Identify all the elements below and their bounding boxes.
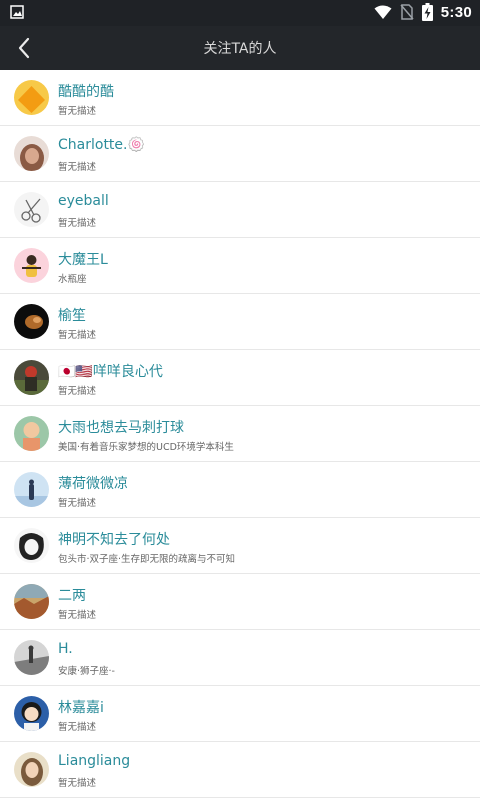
list-item[interactable]: H. 安康·狮子座·- xyxy=(0,630,480,686)
follower-name: Liangliang xyxy=(58,753,131,769)
avatar xyxy=(14,360,49,395)
list-item[interactable]: 大雨也想去马刺打球 美国·有着音乐家梦想的UCD环境学本科生 xyxy=(0,406,480,462)
avatar xyxy=(14,192,49,227)
follower-desc: 暂无描述 xyxy=(58,722,97,733)
no-sim-icon xyxy=(400,4,414,20)
list-item[interactable]: 神明不知去了何处 包头市·双子座·生存即无限的疏离与不可知 xyxy=(0,518,480,574)
status-time: 5:30 xyxy=(440,3,472,21)
header: 关注TA的人 xyxy=(0,26,480,70)
follower-name: 大魔王L xyxy=(58,252,108,268)
follower-desc: 包头市·双子座·生存即无限的疏离与不可知 xyxy=(58,554,236,565)
list-item[interactable]: Liangliang 暂无描述 xyxy=(0,742,480,798)
follower-name: 🇯🇵🇺🇸咩咩良心代 xyxy=(58,364,163,380)
follower-name: 酷酷的酷 xyxy=(58,84,114,100)
wifi-icon xyxy=(374,5,392,19)
follower-desc: 暂无描述 xyxy=(58,162,97,173)
avatar xyxy=(14,752,49,787)
follower-name: 二两 xyxy=(58,588,86,604)
list-item[interactable]: eyeball 暂无描述 xyxy=(0,182,480,238)
image-icon xyxy=(10,5,24,19)
list-item[interactable]: 薄荷微微凉 暂无描述 xyxy=(0,462,480,518)
avatar xyxy=(14,584,49,619)
list-item[interactable]: 酷酷的酷 暂无描述 xyxy=(0,70,480,126)
list-item[interactable]: Charlotte.🍥 暂无描述 xyxy=(0,126,480,182)
avatar xyxy=(14,80,49,115)
avatar xyxy=(14,304,49,339)
follower-desc: 暂无描述 xyxy=(58,218,97,229)
follower-desc: 美国·有着音乐家梦想的UCD环境学本科生 xyxy=(58,442,234,453)
avatar xyxy=(14,472,49,507)
follower-name: 神明不知去了何处 xyxy=(58,532,170,548)
battery-charging-icon xyxy=(421,3,433,21)
follower-list: 酷酷的酷 暂无描述 Charlotte.🍥 暂无描述 eyeball 暂无描述 xyxy=(0,70,480,798)
follower-desc: 暂无描述 xyxy=(58,778,97,789)
list-item[interactable]: 大魔王L 水瓶座 xyxy=(0,238,480,294)
page-title: 关注TA的人 xyxy=(203,41,277,57)
follower-name: eyeball xyxy=(58,193,109,209)
avatar xyxy=(14,248,49,283)
avatar xyxy=(14,136,49,171)
follower-name: 大雨也想去马刺打球 xyxy=(58,420,184,436)
list-item[interactable]: 🇯🇵🇺🇸咩咩良心代 暂无描述 xyxy=(0,350,480,406)
follower-name: 榆笙 xyxy=(58,308,86,324)
follower-desc: 暂无描述 xyxy=(58,330,97,341)
follower-desc: 安康·狮子座·- xyxy=(58,666,115,677)
follower-desc: 暂无描述 xyxy=(58,106,97,117)
follower-desc: 水瓶座 xyxy=(58,274,87,285)
follower-desc: 暂无描述 xyxy=(58,498,97,509)
status-bar: 5:30 xyxy=(0,0,480,26)
list-item[interactable]: 林嘉嘉i 暂无描述 xyxy=(0,686,480,742)
follower-desc: 暂无描述 xyxy=(58,610,97,621)
follower-desc: 暂无描述 xyxy=(58,386,97,397)
follower-name: 林嘉嘉i xyxy=(58,700,104,716)
avatar xyxy=(14,640,49,675)
list-item[interactable]: 榆笙 暂无描述 xyxy=(0,294,480,350)
avatar xyxy=(14,696,49,731)
list-item[interactable]: 二两 暂无描述 xyxy=(0,574,480,630)
follower-name: H. xyxy=(58,641,73,657)
avatar xyxy=(14,528,49,563)
follower-name: 薄荷微微凉 xyxy=(58,476,128,492)
follower-name: Charlotte.🍥 xyxy=(58,137,145,153)
avatar xyxy=(14,416,49,451)
